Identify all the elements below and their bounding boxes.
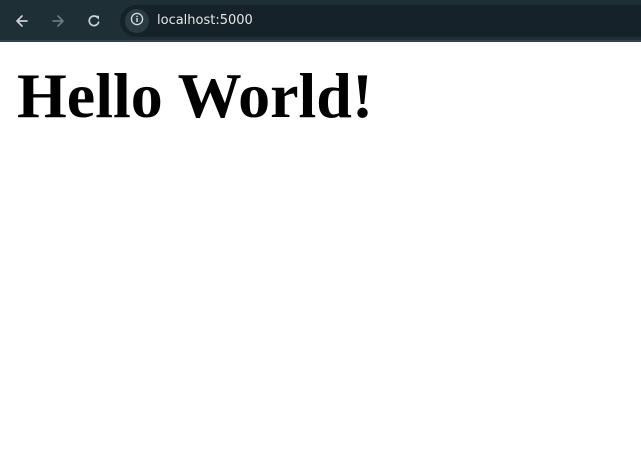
reload-icon <box>86 13 102 29</box>
arrow-right-icon <box>50 13 66 29</box>
site-info-button[interactable] <box>125 9 149 33</box>
browser-toolbar: localhost:5000 <box>0 0 641 42</box>
info-icon <box>130 12 144 31</box>
back-button[interactable] <box>8 7 36 35</box>
page-heading: Hello World! <box>17 60 374 131</box>
forward-button[interactable] <box>44 7 72 35</box>
reload-button[interactable] <box>80 7 108 35</box>
page-content: Hello World! <box>0 44 641 452</box>
arrow-left-icon <box>14 13 30 29</box>
address-bar[interactable]: localhost:5000 <box>120 5 641 37</box>
url-text[interactable]: localhost:5000 <box>157 13 253 29</box>
